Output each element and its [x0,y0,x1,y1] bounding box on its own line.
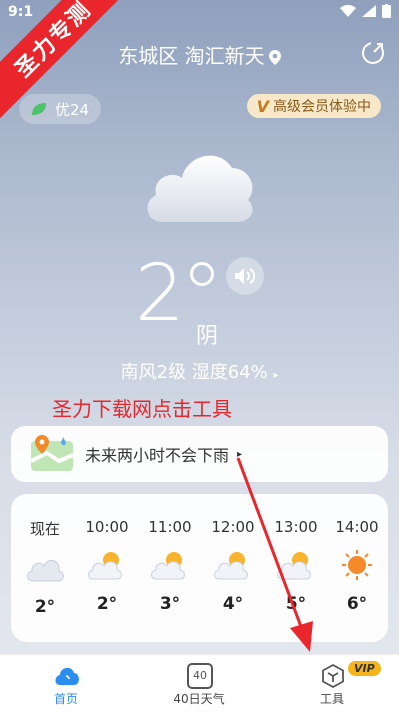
vip-trial-label: 高级会员体验中 [273,99,371,115]
location-label: 东城区 淘汇新天 [118,44,265,68]
wifi-icon [340,5,356,17]
hour-time: 12:00 [211,518,255,536]
nav-40-day[interactable]: 40 40日天气 [149,655,249,712]
rain-map-icon [30,435,74,471]
sun-cloud-icon [277,552,311,580]
hour-time: 14:00 [335,518,379,536]
hourly-item: 13:00 5° [266,494,326,614]
hour-temp: 2° [34,597,56,617]
vip-trial-badge[interactable]: V 高级会员体验中 [246,94,381,118]
chevron-right-icon: ▸ [273,370,279,381]
leaf-icon [32,103,46,115]
rain-forecast-card[interactable]: 未来两小时不会下雨 ▸ [11,426,388,482]
vip-badge: VIP [348,661,381,676]
hourly-item: 12:00 4° [203,494,263,614]
cloud-icon [27,559,64,582]
sun-cloud-icon [214,552,248,580]
current-temperature: 2 [135,249,185,339]
signal-icon [362,5,376,17]
location-title[interactable]: 东城区 淘汇新天 [0,40,399,70]
hour-time: 13:00 [274,518,318,536]
battery-icon [382,4,391,18]
degree-symbol [190,262,214,286]
nav-home[interactable]: 首页 [16,655,116,712]
nav-tools[interactable]: VIP 工具 [282,655,382,712]
tools-icon [322,663,344,689]
bottom-nav: 首页 40 40日天气 VIP 工具 [0,654,399,712]
hourly-item: 10:00 2° [77,494,137,614]
cloudy-weather-icon [147,155,253,222]
status-time: 9:1 [8,4,34,20]
hour-temp: 6° [346,594,368,614]
hourly-item: 现在 2° [15,494,75,617]
voice-broadcast-button[interactable] [226,257,264,295]
wind-humidity-label: 南风2级 湿度64% [120,362,268,383]
annotation-text: 圣力下载网点击工具 [52,397,232,421]
hour-temp: 5° [285,594,307,614]
hourly-item: 14:00 6° [327,494,387,614]
hour-time: 11:00 [148,518,192,536]
sun-icon [342,550,372,580]
hour-temp: 4° [222,594,244,614]
aqi-badge[interactable]: 优24 [19,94,102,124]
location-pin-icon [268,46,281,70]
hour-temp: 2° [96,594,118,614]
speaker-icon [235,268,255,284]
hour-temp: 3° [159,594,181,614]
hourly-forecast-card[interactable]: 现在 2° 10:00 2° 11:00 3° 12:00 4° 13:00 5… [11,494,388,642]
sun-cloud-icon [151,552,185,580]
wind-humidity[interactable]: 南风2级 湿度64% ▸ [0,358,399,384]
nav-home-label: 首页 [53,692,78,706]
rain-forecast-label: 未来两小时不会下雨 [85,446,230,465]
share-icon[interactable] [360,40,386,66]
calendar-40-icon: 40 [187,663,213,689]
calendar-40-icon-label: 40 [193,669,207,682]
hourly-item: 11:00 3° [140,494,200,614]
hour-time: 10:00 [85,518,129,536]
aqi-label: 优24 [55,100,90,119]
status-icons [340,4,391,18]
nav-40-day-label: 40日天气 [173,692,225,706]
sky-condition: 阴 [196,324,219,349]
nav-tools-label: 工具 [319,692,344,706]
chevron-right-icon: ▸ [237,448,243,460]
sun-cloud-icon [88,552,122,580]
hour-time: 现在 [29,520,60,538]
home-weather-icon [55,667,79,685]
vip-v-icon: V [256,96,269,116]
